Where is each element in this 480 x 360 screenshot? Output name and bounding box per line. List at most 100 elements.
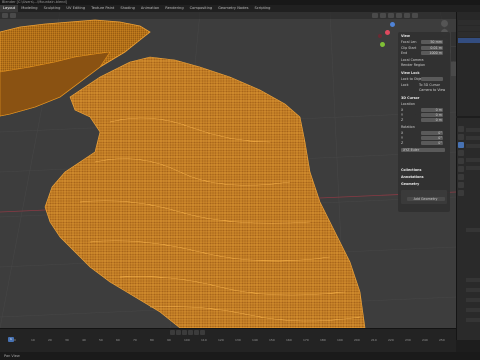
outliner-panel	[456, 12, 480, 116]
properties-row[interactable]	[466, 128, 480, 132]
properties-row[interactable]	[466, 158, 480, 162]
cursor-rot-y-label: Y	[401, 136, 404, 140]
viewport-canvas[interactable]	[0, 12, 456, 328]
zoom-icon[interactable]	[441, 20, 448, 27]
object-properties-icon[interactable]	[458, 142, 464, 148]
jump-end-icon[interactable]	[200, 330, 205, 335]
timeline-tick-label: 50	[99, 338, 103, 342]
outliner-row-collection[interactable]	[458, 20, 480, 25]
properties-row[interactable]	[466, 298, 480, 302]
cursor-y-field[interactable]: 0 m	[421, 113, 443, 117]
timeline-tick-label: 120	[218, 338, 224, 342]
physics-properties-icon[interactable]	[458, 166, 464, 172]
solid-shading-button[interactable]	[396, 13, 402, 18]
3d-cursor-section-header[interactable]: 3D Cursor	[401, 96, 447, 101]
output-properties-icon[interactable]	[458, 134, 464, 140]
timeline-ruler[interactable]: 0 10 20 30 40 50 60 70 80 90 100 110 120 130 140 150 160…	[0, 338, 456, 343]
cursor-z-label: Z	[401, 118, 404, 122]
properties-row[interactable]	[466, 228, 480, 232]
tab-scripting[interactable]: Scripting	[251, 5, 273, 12]
timeline-tick-label: 150	[269, 338, 275, 342]
wireframe-shading-button[interactable]	[388, 13, 394, 18]
next-keyframe-icon[interactable]	[194, 330, 199, 335]
lock-to-object-field[interactable]	[421, 77, 443, 81]
cursor-rot-z-label: Z	[401, 141, 404, 145]
3d-viewport[interactable]: View Focal Len 50 mm Clip Start 0.01 m E…	[0, 12, 456, 328]
xray-button[interactable]	[380, 13, 386, 18]
clip-start-field[interactable]: 0.01 m	[421, 46, 443, 50]
jump-start-icon[interactable]	[170, 330, 175, 335]
tab-animation[interactable]: Animation	[138, 5, 162, 12]
properties-row[interactable]	[466, 136, 480, 140]
tab-layout[interactable]: Layout	[0, 5, 19, 12]
collections-section-header[interactable]: Collections	[401, 168, 447, 173]
gizmo-y-icon[interactable]	[380, 42, 385, 47]
prev-keyframe-icon[interactable]	[176, 330, 181, 335]
viewport-header	[0, 12, 456, 19]
cursor-rot-x-label: X	[401, 131, 404, 135]
annotations-section-header[interactable]: Annotations	[401, 175, 447, 180]
timeline-tick-label: 170	[303, 338, 309, 342]
gizmo-x-icon[interactable]	[385, 30, 390, 35]
tab-uv-editing[interactable]: UV Editing	[63, 5, 88, 12]
geometry-section-header[interactable]: Geometry	[401, 182, 447, 187]
gizmo-neg-x-icon[interactable]	[378, 34, 382, 38]
view-lock-section-header[interactable]: View Lock	[401, 71, 447, 76]
rendered-shading-button[interactable]	[412, 13, 418, 18]
viewport-overlays-button[interactable]	[372, 13, 378, 18]
play-reverse-icon[interactable]	[182, 330, 187, 335]
tab-rendering[interactable]: Rendering	[162, 5, 186, 12]
tab-compositing[interactable]: Compositing	[187, 5, 216, 12]
timeline-tick-label: 250	[439, 338, 445, 342]
properties-row[interactable]	[466, 166, 480, 170]
play-icon[interactable]	[188, 330, 193, 335]
tab-geometry-nodes[interactable]: Geometry Nodes	[215, 5, 251, 12]
status-bar: Pan View	[0, 352, 480, 360]
clip-end-label: End	[401, 51, 408, 55]
modifier-properties-icon[interactable]	[458, 150, 464, 156]
timeline-tick-label: 100	[184, 338, 190, 342]
material-properties-icon[interactable]	[458, 190, 464, 196]
object-mode-button[interactable]	[10, 13, 16, 18]
cursor-rot-x-field[interactable]: 0°	[421, 131, 443, 135]
properties-row[interactable]	[466, 318, 480, 322]
render-region-checkbox[interactable]: Render Region	[401, 63, 447, 68]
timeline-tick-label: 30	[65, 338, 69, 342]
constraint-properties-icon[interactable]	[458, 174, 464, 180]
clip-start-label: Clip Start	[401, 46, 417, 50]
timeline-tick-label: 240	[422, 338, 428, 342]
clip-end-field[interactable]: 1000 m	[421, 51, 443, 55]
timeline-editor[interactable]: 1 0 10 20 30 40 50 60 70 80 90 100 110 120 130 140 150 1…	[0, 328, 456, 353]
cursor-z-field[interactable]: 0 m	[421, 118, 443, 122]
focal-length-field[interactable]: 50 mm	[421, 40, 443, 44]
tab-texture-paint[interactable]: Texture Paint	[88, 5, 117, 12]
properties-row[interactable]	[466, 308, 480, 312]
add-geometry-button[interactable]: Add Geometry	[407, 197, 445, 201]
properties-row[interactable]	[466, 144, 480, 148]
outliner-row-camera[interactable]	[458, 26, 480, 31]
tab-shading[interactable]: Shading	[117, 5, 138, 12]
cursor-rot-z-field[interactable]: 0°	[421, 141, 443, 145]
properties-row[interactable]	[466, 288, 480, 292]
timeline-tick-label: 90	[167, 338, 171, 342]
particle-properties-icon[interactable]	[458, 158, 464, 164]
properties-panel	[456, 118, 480, 340]
data-properties-icon[interactable]	[458, 182, 464, 188]
tab-sculpting[interactable]: Sculpting	[41, 5, 64, 12]
gizmo-z-icon[interactable]	[390, 22, 395, 27]
outliner-row-terrain[interactable]	[458, 38, 480, 43]
cursor-rot-y-field[interactable]: 0°	[421, 136, 443, 140]
camera-to-view-checkbox[interactable]: Camera to View	[419, 88, 445, 93]
terrain-mesh	[44, 56, 366, 328]
rotation-mode-dropdown[interactable]: XYZ Euler	[401, 148, 445, 152]
timeline-tick-label: 220	[388, 338, 394, 342]
window-title: Blender [C:\Users\...\Mountain.blend]	[2, 0, 67, 4]
tab-modeling[interactable]: Modeling	[18, 5, 40, 12]
properties-row[interactable]	[466, 278, 480, 282]
material-shading-button[interactable]	[404, 13, 410, 18]
editor-type-button[interactable]	[2, 13, 8, 18]
render-properties-icon[interactable]	[458, 126, 464, 132]
outliner-row-light[interactable]	[458, 32, 480, 37]
cursor-x-field[interactable]: 0 m	[421, 108, 443, 112]
view-section-header[interactable]: View	[401, 34, 447, 39]
